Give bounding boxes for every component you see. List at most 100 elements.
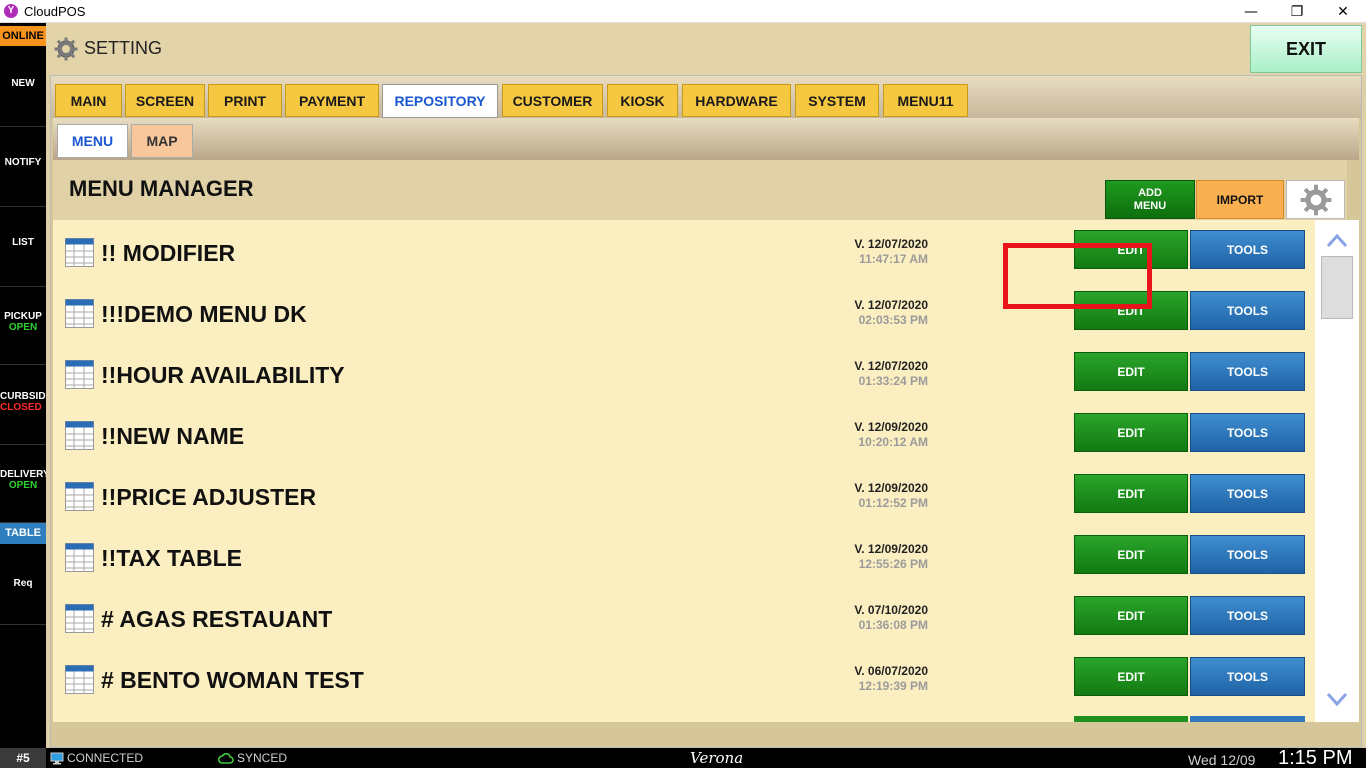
- menu-list: !! MODIFIER V. 12/07/2020 11:47:17 AM EDIT T…: [53, 220, 1359, 722]
- tab-kiosk[interactable]: KIOSK: [607, 84, 678, 117]
- edit-button[interactable]: EDIT: [1074, 535, 1188, 574]
- monitor-icon: [50, 752, 64, 764]
- edit-button[interactable]: EDIT: [1074, 413, 1188, 452]
- tab-screen[interactable]: SCREEN: [125, 84, 205, 117]
- tools-button[interactable]: TOOLS: [1190, 291, 1305, 330]
- menu-version: V. 12/09/2020: [854, 420, 928, 434]
- curbside-status: CLOSED: [0, 402, 42, 413]
- menu-version-time: 12:55:26 PM: [858, 557, 928, 571]
- window-title: CloudPOS: [24, 3, 86, 19]
- maximize-button[interactable]: ❐: [1274, 0, 1320, 23]
- exit-button[interactable]: EXIT: [1250, 25, 1362, 73]
- sidebar-item-table[interactable]: TABLE: [0, 523, 46, 544]
- menu-version: V. 12/07/2020: [854, 359, 928, 373]
- gear-icon: [1300, 184, 1331, 215]
- tab-payment[interactable]: PAYMENT: [285, 84, 379, 117]
- page-header: SETTING EXIT: [46, 23, 1366, 75]
- tools-button[interactable]: TOOLS: [1190, 657, 1305, 696]
- sidebar-item-new[interactable]: NEW: [0, 48, 46, 127]
- table-icon: [65, 421, 94, 450]
- sidebar-item-notify[interactable]: NOTIFY: [0, 127, 46, 207]
- menu-version-time: 01:36:08 PM: [858, 618, 928, 632]
- menu-version: V. 12/09/2020: [854, 542, 928, 556]
- menu-version-time: 01:12:52 PM: [858, 496, 928, 510]
- tools-button[interactable]: TOOLS: [1190, 413, 1305, 452]
- settings-tabs: MAIN SCREEN PRINT PAYMENT REPOSITORY CUS…: [51, 76, 1361, 118]
- repository-subtabs: MENU MAP: [53, 118, 1359, 160]
- menu-row[interactable]: !!TAX TABLE V. 12/09/2020 12:55:26 PM EDIT T…: [53, 525, 1313, 586]
- table-icon: [65, 482, 94, 511]
- close-window-button[interactable]: ✕: [1320, 0, 1366, 23]
- sidebar-item-list[interactable]: LIST: [0, 207, 46, 287]
- table-icon: [65, 604, 94, 633]
- chevron-up-icon[interactable]: [1326, 230, 1348, 250]
- menu-name: !!PRICE ADJUSTER: [101, 484, 317, 510]
- menu-manager-title: MENU MANAGER: [69, 176, 254, 201]
- menu-version: V. 07/10/2020: [854, 603, 928, 617]
- minimize-button[interactable]: —: [1228, 0, 1274, 23]
- sidebar-item-label: DELIVERY: [0, 469, 46, 480]
- sidebar-item-label: NEW: [11, 78, 35, 89]
- add-menu-label-line1: ADD: [1138, 186, 1162, 199]
- edit-button[interactable]: EDIT: [1074, 657, 1188, 696]
- sync-status: SYNCED: [218, 751, 287, 765]
- tools-button[interactable]: TOOLS: [1190, 535, 1305, 574]
- status-date: Wed 12/09: [1188, 752, 1256, 768]
- tools-button[interactable]: TOOLS: [1190, 352, 1305, 391]
- sidebar-item-delivery[interactable]: DELIVERY OPEN: [0, 445, 46, 523]
- gear-icon: [54, 37, 78, 61]
- menu-manager-header: MENU MANAGER ADD MENU IMPORT: [53, 160, 1347, 220]
- window-titlebar: Y CloudPOS — ❐ ✕: [0, 0, 1366, 23]
- menu-settings-button[interactable]: [1286, 180, 1345, 219]
- edit-button[interactable]: EDIT: [1074, 474, 1188, 513]
- connection-label: CONNECTED: [67, 751, 144, 765]
- subtab-map[interactable]: MAP: [131, 124, 193, 158]
- sync-label: SYNCED: [237, 751, 288, 765]
- tab-customer[interactable]: CUSTOMER: [502, 84, 603, 117]
- menu-row[interactable]: # BENTO WOMAN TEST V. 06/07/2020 12:19:39 …: [53, 647, 1313, 708]
- online-status-badge: ONLINE: [0, 26, 46, 46]
- pickup-status: OPEN: [8, 322, 38, 333]
- sidebar-item-label: LIST: [12, 237, 34, 248]
- list-scrollbar[interactable]: [1315, 220, 1359, 722]
- sidebar-item-req[interactable]: Req: [0, 544, 46, 625]
- tab-system[interactable]: SYSTEM: [795, 84, 879, 117]
- menu-row[interactable]: !!HOUR AVAILABILITY V. 12/07/2020 01:33:24…: [53, 342, 1313, 403]
- scroll-thumb[interactable]: [1321, 256, 1353, 319]
- window-controls: — ❐ ✕: [1228, 0, 1366, 23]
- menu-row[interactable]: !!NEW NAME V. 12/09/2020 10:20:12 AM EDIT TO…: [53, 403, 1313, 464]
- menu-name: !! MODIFIER: [101, 240, 236, 266]
- menu-row[interactable]: # AGAS RESTAUANT V. 07/10/2020 01:36:08 PM…: [53, 586, 1313, 647]
- tools-button[interactable]: TOOLS: [1190, 230, 1305, 269]
- add-menu-button[interactable]: ADD MENU: [1105, 180, 1195, 219]
- chevron-down-icon[interactable]: [1326, 690, 1348, 710]
- import-button[interactable]: IMPORT: [1196, 180, 1284, 219]
- sidebar-item-label: Req: [13, 578, 33, 589]
- sidebar-item-curbside[interactable]: CURBSIDE CLOSED: [0, 365, 46, 445]
- sidebar-item-label: NOTIFY: [4, 157, 42, 168]
- app-logo-icon: Y: [4, 4, 18, 18]
- subtab-menu[interactable]: MENU: [57, 124, 128, 158]
- status-time: 1:15 PM: [1278, 747, 1353, 768]
- tab-repository[interactable]: REPOSITORY: [382, 84, 498, 118]
- tools-button[interactable]: TOOLS: [1190, 474, 1305, 513]
- tab-hardware[interactable]: HARDWARE: [682, 84, 791, 117]
- edit-highlight-box: [1003, 243, 1152, 309]
- tab-menu11[interactable]: MENU11: [883, 84, 968, 117]
- cloud-icon: [218, 753, 234, 764]
- menu-row[interactable]: !!PRICE ADJUSTER V. 12/09/2020 01:12:52 PM…: [53, 464, 1313, 525]
- table-icon: [65, 543, 94, 572]
- main-area: SETTING EXIT MAIN SCREEN PRINT PAYMENT R…: [46, 23, 1366, 748]
- status-bar: #5 CONNECTED SYNCED Verona Wed 12/09 1:1…: [0, 747, 1366, 768]
- tab-main[interactable]: MAIN: [55, 84, 122, 117]
- sidebar-item-pickup[interactable]: PICKUP OPEN: [0, 287, 46, 365]
- station-number: #5: [0, 748, 46, 768]
- menu-name: # AGAS RESTAUANT: [101, 606, 333, 632]
- connection-status: CONNECTED: [50, 751, 143, 765]
- table-icon: [65, 299, 94, 328]
- edit-button[interactable]: EDIT: [1074, 352, 1188, 391]
- tab-print[interactable]: PRINT: [208, 84, 282, 117]
- tools-button[interactable]: TOOLS: [1190, 596, 1305, 635]
- table-icon: [65, 665, 94, 694]
- edit-button[interactable]: EDIT: [1074, 596, 1188, 635]
